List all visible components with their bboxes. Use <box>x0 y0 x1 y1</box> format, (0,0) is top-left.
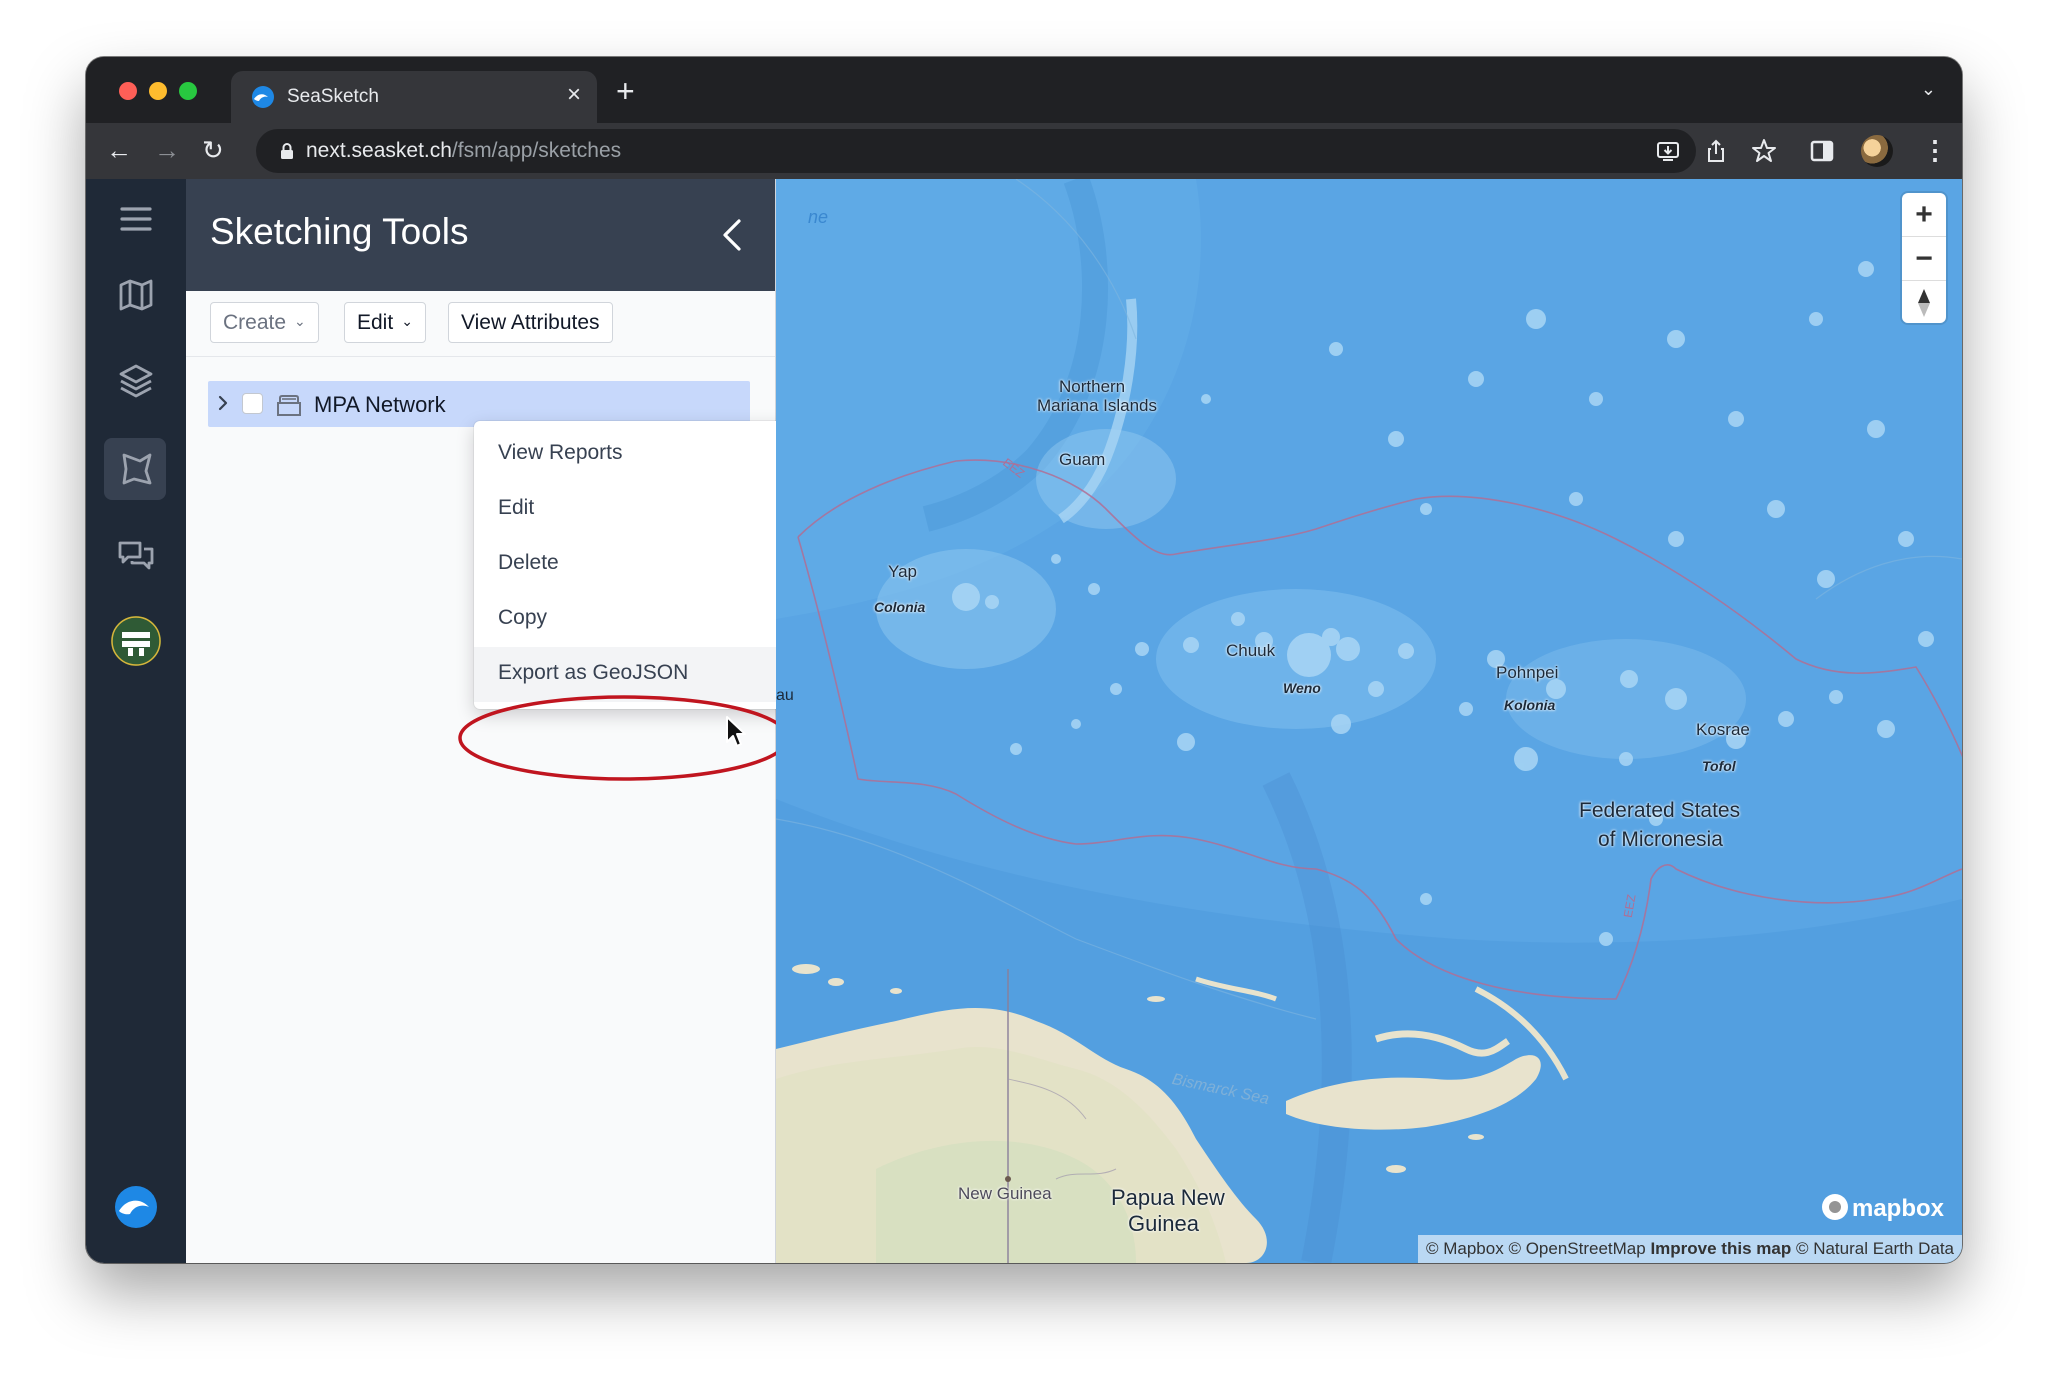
new-tab-button[interactable]: + <box>616 73 635 110</box>
browser-window: SeaSketch × + ⌄ ← → ↻ next.seasket.ch/fs… <box>86 57 1962 1263</box>
lock-icon <box>281 143 293 159</box>
attribution-mapbox[interactable]: © Mapbox <box>1426 1239 1504 1258</box>
layers-icon[interactable] <box>116 361 156 401</box>
edit-label: Edit <box>357 311 394 334</box>
install-app-icon[interactable] <box>1654 137 1682 165</box>
mapbox-logo[interactable]: mapbox <box>1821 1194 1944 1223</box>
improve-this-map-link[interactable]: Improve this map <box>1650 1239 1791 1258</box>
map-label-png: Papua New <box>1111 1185 1225 1210</box>
hamburger-menu-icon[interactable] <box>116 199 156 239</box>
context-menu: View Reports Edit Delete Copy Export as … <box>474 421 816 709</box>
view-attributes-button[interactable]: View Attributes <box>448 302 613 343</box>
chevron-down-icon: ⌄ <box>401 313 413 329</box>
mapbox-logo-text: mapbox <box>1851 1195 1944 1222</box>
map-label-kosrae: Kosrae <box>1696 720 1750 739</box>
back-arrow-icon[interactable]: ← <box>106 135 132 166</box>
menu-item-copy[interactable]: Copy <box>474 592 816 647</box>
create-dropdown-button[interactable]: Create ⌄ <box>210 302 319 343</box>
browser-toolbar: ← → ↻ next.seasket.ch/fsm/app/sketches ⋮ <box>86 123 1962 179</box>
browser-menu-icon[interactable]: ⋮ <box>1922 135 1948 166</box>
collection-folder-icon <box>277 395 301 416</box>
collapse-chevron-left-icon[interactable] <box>717 215 747 255</box>
map-label-fsm-2: of Micronesia <box>1598 828 1723 851</box>
map-label-northern-mariana-2: Mariana Islands <box>1037 396 1158 415</box>
chevron-right-icon[interactable] <box>214 391 232 415</box>
map-label-chuuk: Chuuk <box>1226 641 1276 660</box>
panel-toolbar: Create ⌄ Edit ⌄ View Attributes <box>186 291 775 357</box>
edit-dropdown-button[interactable]: Edit ⌄ <box>344 302 426 343</box>
close-tab-icon[interactable]: × <box>567 81 581 109</box>
map-label-new-guinea: New Guinea <box>958 1184 1052 1203</box>
forums-chat-icon[interactable] <box>116 535 156 575</box>
map-label-pohnpei: Pohnpei <box>1496 663 1559 682</box>
map-label-northern-mariana: Northern <box>1059 377 1126 396</box>
close-window-button[interactable] <box>119 82 137 100</box>
browser-tab[interactable]: SeaSketch × <box>231 71 597 123</box>
seasketch-favicon-icon <box>252 86 274 108</box>
forward-arrow-icon[interactable]: → <box>154 135 180 166</box>
bookmark-star-icon[interactable] <box>1750 137 1778 165</box>
mouse-cursor-icon <box>726 716 746 747</box>
address-bar[interactable]: next.seasket.ch/fsm/app/sketches <box>256 129 1696 173</box>
menu-item-edit[interactable]: Edit <box>474 482 816 537</box>
create-label: Create <box>223 311 287 334</box>
map-basemap <box>776 179 1962 1263</box>
map-view[interactable]: ne Northern Mariana Islands Guam Yap Col… <box>776 179 1962 1263</box>
tab-bar: SeaSketch × + ⌄ <box>86 57 1962 123</box>
sidebar-rail <box>86 179 186 1263</box>
map-label-colonia: Colonia <box>874 599 926 615</box>
project-logo-icon[interactable] <box>110 615 162 667</box>
tab-title: SeaSketch <box>287 86 379 107</box>
tab-search-chevron-icon[interactable]: ⌄ <box>1921 79 1936 100</box>
visibility-checkbox[interactable] <box>242 393 263 414</box>
app-content: Sketching Tools Create ⌄ Edit ⌄ View Attri… <box>86 179 1962 1263</box>
attribution-osm[interactable]: © OpenStreetMap <box>1508 1239 1645 1258</box>
map-label-weno: Weno <box>1283 680 1321 696</box>
map-label-kolonia: Kolonia <box>1504 697 1556 713</box>
seasketch-logo-icon[interactable] <box>114 1185 158 1229</box>
tree-item-label: MPA Network <box>314 392 446 417</box>
map-edge-label: ne <box>808 207 829 227</box>
maximize-window-button[interactable] <box>179 82 197 100</box>
panel-title: Sketching Tools <box>210 211 469 252</box>
panel-header: Sketching Tools <box>186 179 775 291</box>
side-panel-icon[interactable] <box>1808 137 1836 165</box>
compass-north-icon[interactable] <box>1914 287 1934 319</box>
minimize-window-button[interactable] <box>149 82 167 100</box>
profile-avatar[interactable] <box>1861 135 1893 167</box>
sketching-tools-panel: Sketching Tools Create ⌄ Edit ⌄ View Attri… <box>186 179 816 1263</box>
map-label-tofol: Tofol <box>1702 758 1736 774</box>
attribution-natural-earth[interactable]: © Natural Earth Data <box>1796 1239 1954 1258</box>
mapbox-logo-icon <box>1821 1194 1848 1220</box>
map-label-guam: Guam <box>1059 450 1106 469</box>
map-icon[interactable] <box>116 275 156 315</box>
map-attribution: © Mapbox © OpenStreetMap Improve this ma… <box>1417 1235 1962 1263</box>
map-label-yap: Yap <box>888 562 917 581</box>
share-icon[interactable] <box>1702 137 1730 165</box>
map-label-fsm: Federated States <box>1579 799 1741 822</box>
zoom-divider <box>1902 280 1946 281</box>
sketching-tools-icon[interactable] <box>116 449 156 489</box>
zoom-in-button[interactable]: + <box>1902 193 1946 236</box>
zoom-out-button[interactable]: − <box>1902 237 1946 280</box>
menu-item-delete[interactable]: Delete <box>474 537 816 592</box>
menu-item-view-reports[interactable]: View Reports <box>474 427 816 482</box>
map-label-png-2: Guinea <box>1128 1211 1199 1236</box>
reload-icon[interactable]: ↻ <box>202 135 224 166</box>
map-edge-label-au: au <box>776 687 794 704</box>
map-zoom-controls: + − <box>1902 193 1946 323</box>
chevron-down-icon: ⌄ <box>294 313 306 329</box>
url-text: next.seasket.ch/fsm/app/sketches <box>306 139 622 162</box>
